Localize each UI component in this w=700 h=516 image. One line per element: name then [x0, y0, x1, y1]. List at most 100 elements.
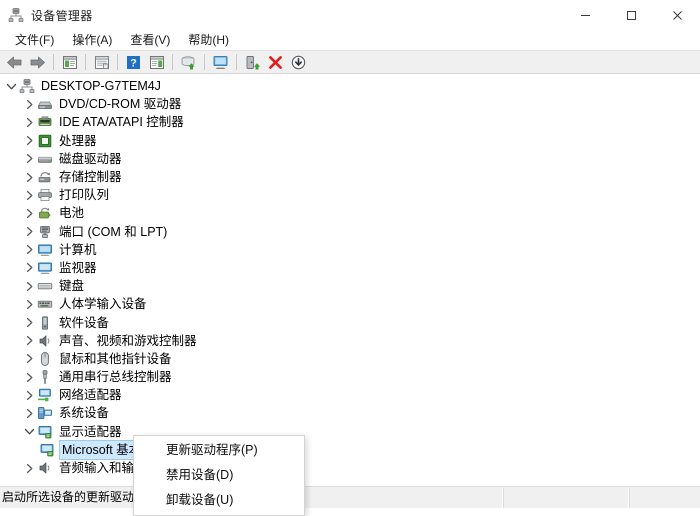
install-legacy-hardware-icon: [291, 55, 306, 70]
chevron-right-icon[interactable]: [21, 296, 37, 312]
tree-node-sound-video-game[interactable]: 声音、视频和游戏控制器: [0, 332, 700, 350]
tree-node-label: 端口 (COM 和 LPT): [59, 224, 168, 239]
toolbar-install-hardware[interactable]: [287, 51, 310, 73]
ctx-disable-device[interactable]: 禁用设备(D): [134, 463, 304, 488]
close-button[interactable]: [654, 0, 700, 30]
tree-node-processor[interactable]: 处理器: [0, 132, 700, 150]
computer-root-icon: [19, 78, 36, 94]
tree-node-keyboards[interactable]: 键盘: [0, 277, 700, 295]
toolbar-action-pane[interactable]: [145, 51, 168, 73]
tree-node-audio-inputs-outputs[interactable]: 音频输入和输出: [0, 459, 700, 477]
toolbar-disable-device[interactable]: [241, 51, 264, 73]
tree-node-dvd-cdrom[interactable]: DVD/CD-ROM 驱动器: [0, 95, 700, 113]
status-cell-3: [630, 487, 700, 508]
maximize-button[interactable]: [608, 0, 654, 30]
properties-icon: [94, 55, 110, 70]
toolbar-properties[interactable]: [90, 51, 113, 73]
chevron-right-icon[interactable]: [21, 387, 37, 403]
ctx-update-driver[interactable]: 更新驱动程序(P): [134, 438, 304, 463]
tree-node-computer[interactable]: 计算机: [0, 241, 700, 259]
toolbar-separator: [172, 54, 173, 70]
tree-node-display-adapters[interactable]: 显示适配器: [0, 423, 700, 441]
tree-node-label: 人体学输入设备: [59, 297, 147, 312]
tree-node-monitors[interactable]: 监视器: [0, 259, 700, 277]
chevron-right-icon[interactable]: [21, 369, 37, 385]
tree-node-label: IDE ATA/ATAPI 控制器: [59, 115, 184, 130]
chevron-right-icon[interactable]: [21, 460, 37, 476]
tree-node-label: 监视器: [59, 260, 97, 275]
context-menu[interactable]: 更新驱动程序(P) 禁用设备(D) 卸载设备(U): [133, 435, 305, 516]
svg-text:?: ?: [130, 57, 137, 69]
menu-help[interactable]: 帮助(H): [179, 29, 238, 51]
tree-node-ports[interactable]: 端口 (COM 和 LPT): [0, 223, 700, 241]
tree-node-system-devices[interactable]: 系统设备: [0, 404, 700, 422]
toolbar-back[interactable]: [3, 51, 26, 73]
toolbar-separator: [117, 54, 118, 70]
chevron-right-icon[interactable]: [21, 260, 37, 276]
help-icon: ?: [126, 55, 141, 70]
back-arrow-icon: [6, 55, 23, 70]
device-manager-icon: [8, 7, 24, 23]
tree-node-label: 系统设备: [59, 406, 110, 421]
toolbar-help[interactable]: ?: [122, 51, 145, 73]
tree-node-batteries[interactable]: 电池: [0, 204, 700, 222]
chevron-right-icon[interactable]: [21, 187, 37, 203]
device-tree[interactable]: DESKTOP-G7TEM4J DVD/CD-ROM 驱动器 IDE ATA/A…: [0, 76, 700, 486]
chevron-right-icon[interactable]: [21, 151, 37, 167]
tree-node-desktop-g7tem4j[interactable]: DESKTOP-G7TEM4J: [0, 77, 700, 95]
ports-icon: [37, 224, 54, 240]
chevron-down-icon[interactable]: [21, 424, 37, 440]
toolbar-forward[interactable]: [26, 51, 49, 73]
chevron-right-icon[interactable]: [21, 133, 37, 149]
tree-node-ide-ata-atapi[interactable]: IDE ATA/ATAPI 控制器: [0, 113, 700, 131]
toolbar-update-driver[interactable]: [209, 51, 232, 73]
chevron-right-icon[interactable]: [21, 405, 37, 421]
chevron-down-icon[interactable]: [3, 78, 19, 94]
chevron-right-icon[interactable]: [21, 169, 37, 185]
usb-controller-icon: [37, 369, 54, 385]
chevron-right-icon[interactable]: [21, 333, 37, 349]
tree-node-mice[interactable]: 鼠标和其他指针设备: [0, 350, 700, 368]
tree-node-software-devices[interactable]: 软件设备: [0, 313, 700, 331]
ctx-uninstall-device[interactable]: 卸载设备(U): [134, 488, 304, 513]
scan-hardware-changes-icon: [180, 55, 197, 70]
toolbar-uninstall-device[interactable]: [264, 51, 287, 73]
tree-node-print-queues[interactable]: 打印队列: [0, 186, 700, 204]
toolbar-scan-hardware[interactable]: [177, 51, 200, 73]
status-bar: 启动所选设备的更新驱动: [0, 486, 700, 508]
tree-node-label: 声音、视频和游戏控制器: [59, 333, 197, 348]
menu-action[interactable]: 操作(A): [63, 29, 121, 51]
minimize-button[interactable]: [562, 0, 608, 30]
tree-node-label: 处理器: [59, 133, 97, 148]
hid-icon: [37, 296, 54, 312]
tree-node-network-adapters[interactable]: 网络适配器: [0, 386, 700, 404]
toolbar-console-tree[interactable]: [58, 51, 81, 73]
chevron-right-icon[interactable]: [21, 114, 37, 130]
tree-node-label: 磁盘驱动器: [59, 151, 122, 166]
tree-node-usb-controllers[interactable]: 通用串行总线控制器: [0, 368, 700, 386]
toolbar-separator: [85, 54, 86, 70]
tree-node-microsoft-basic-display-adapter[interactable]: Microsoft 基本显示适配器: [0, 439, 700, 460]
uninstall-device-icon: [268, 55, 283, 70]
processor-icon: [37, 133, 54, 149]
print-queue-icon: [37, 187, 54, 203]
chevron-right-icon[interactable]: [21, 278, 37, 294]
tree-node-label: 电池: [59, 206, 85, 221]
chevron-right-icon[interactable]: [21, 351, 37, 367]
monitor-icon: [37, 260, 54, 276]
chevron-right-icon[interactable]: [21, 205, 37, 221]
tree-node-label: 鼠标和其他指针设备: [59, 351, 172, 366]
chevron-right-icon[interactable]: [21, 242, 37, 258]
menu-file[interactable]: 文件(F): [6, 29, 63, 51]
show-hide-action-pane-icon: [149, 55, 165, 70]
tree-node-disk-drives[interactable]: 磁盘驱动器: [0, 150, 700, 168]
tree-node-label: 网络适配器: [59, 388, 122, 403]
tree-node-hid[interactable]: 人体学输入设备: [0, 295, 700, 313]
tree-node-storage-controllers[interactable]: 存储控制器: [0, 168, 700, 186]
menu-view[interactable]: 查看(V): [121, 29, 179, 51]
chevron-right-icon[interactable]: [21, 96, 37, 112]
chevron-right-icon[interactable]: [21, 224, 37, 240]
tree-node-label: 键盘: [59, 279, 85, 294]
chevron-right-icon[interactable]: [21, 315, 37, 331]
computer-icon: [37, 242, 54, 258]
